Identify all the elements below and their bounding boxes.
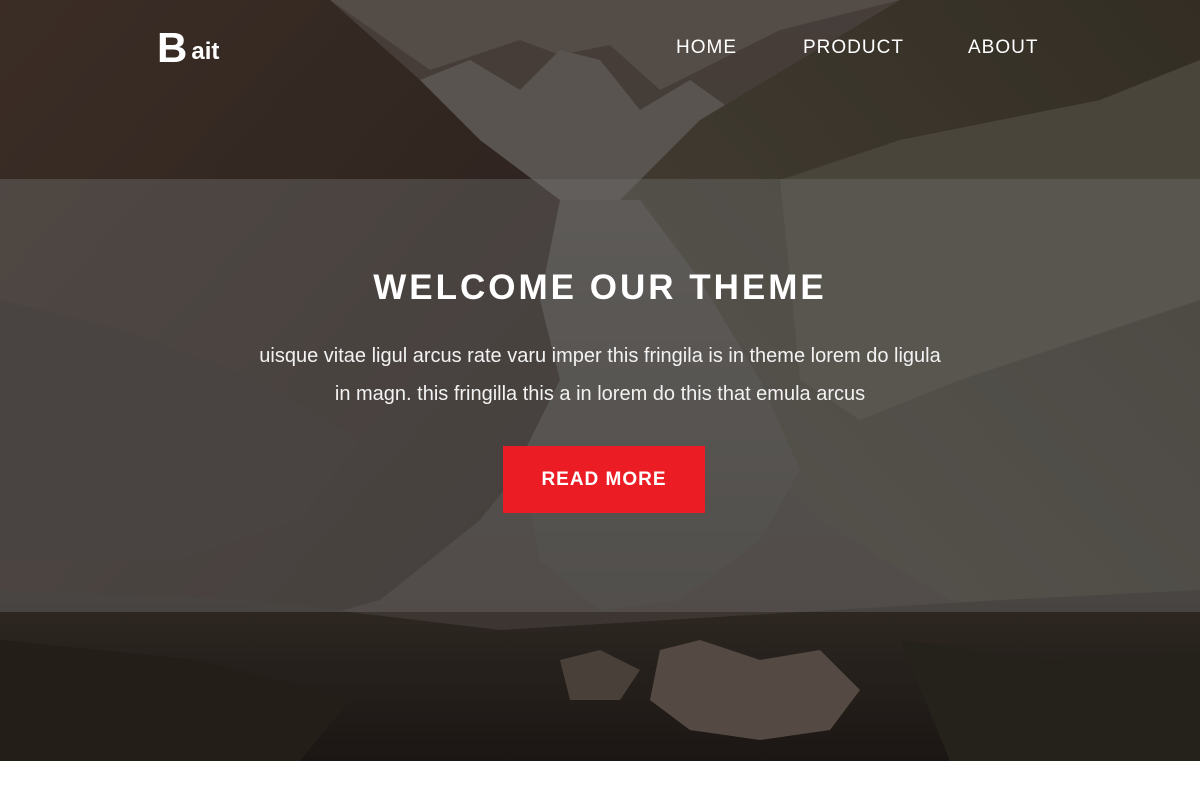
main-navigation: HOME PRODUCT ABOUT [0,36,1200,60]
page-below-hero [0,761,1200,800]
hero-description-line-1: uisque vitae ligul arcus rate varu imper… [259,345,941,367]
hero-section: B ait HOME PRODUCT ABOUT WELCOME OUR THE… [0,0,1200,761]
nav-item-product[interactable]: PRODUCT [803,36,904,60]
nav-item-about[interactable]: ABOUT [968,36,1038,60]
nav-item-home[interactable]: HOME [676,36,737,60]
hero-title: WELCOME OUR THEME [373,268,827,307]
hero-description-line-2: in magn. this fringilla this a in lorem … [334,383,866,405]
hero-description: uisque vitae ligul arcus rate varu imper… [190,337,1010,413]
read-more-button[interactable]: READ MORE [503,446,705,513]
